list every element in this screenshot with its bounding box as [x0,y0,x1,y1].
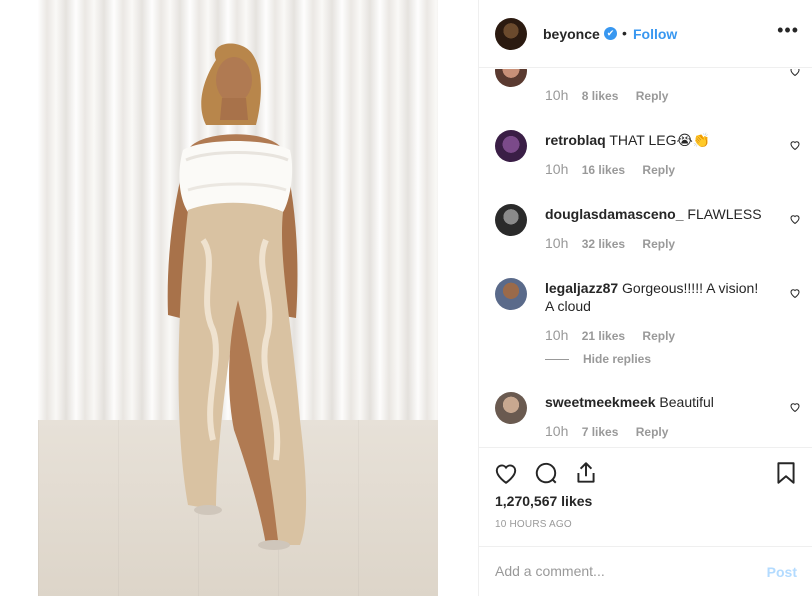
like-comment-heart-icon[interactable] [789,213,801,225]
commenter-username[interactable]: legaljazz87 [545,280,618,296]
more-options-icon[interactable]: ••• [777,20,799,41]
add-comment-input[interactable] [495,563,745,579]
commenter-username[interactable]: retroblaq [545,132,606,148]
like-comment-heart-icon[interactable] [789,401,801,413]
reply-button[interactable]: Reply [636,425,669,439]
add-comment-bar: Post [479,546,812,596]
hide-replies-line [545,359,569,361]
comment-time: 10h [545,161,569,177]
post-actions: 1,270,567 likes 10 HOURS AGO [479,447,812,547]
like-heart-icon[interactable] [493,460,519,486]
comment-time: 10h [545,327,569,343]
share-upload-icon[interactable] [573,460,599,486]
comment-likes[interactable]: 21 likes [582,329,625,343]
reply-button[interactable]: Reply [642,329,675,343]
comment-time: 10h [545,423,569,439]
follow-button[interactable]: Follow [633,26,677,42]
comment-time: 10h [545,235,569,251]
post-photo[interactable] [38,0,438,596]
commenter-avatar[interactable] [495,69,527,87]
verified-badge-icon: ✔ [604,27,617,40]
hide-replies-label: Hide replies [583,352,652,366]
reply-button[interactable]: Reply [642,237,675,251]
commenter-avatar[interactable] [495,392,527,424]
comment-meta: 10h 8 likes Reply [545,87,668,103]
comment-bubble-icon[interactable] [533,460,559,486]
separator-dot: • [622,25,627,41]
comment-likes[interactable]: 16 likes [582,163,625,177]
like-comment-heart-icon[interactable] [789,139,801,151]
reply-button[interactable]: Reply [642,163,675,177]
comment-meta: 10h 16 likes Reply [545,161,675,177]
like-comment-heart-icon[interactable] [789,69,801,77]
comment-text: retroblaq THAT LEG😭👏 [545,131,769,149]
comment-body: THAT LEG😭👏 [605,132,711,148]
woman-in-gown-figure [167,43,307,550]
post-timestamp[interactable]: 10 HOURS AGO [495,519,572,530]
commenter-avatar[interactable] [495,130,527,162]
likes-count[interactable]: 1,270,567 likes [495,493,592,509]
comment-text: douglasdamasceno_ FLAWLESS [545,205,769,223]
commenter-username[interactable]: douglasdamasceno_ [545,206,684,222]
like-comment-heart-icon[interactable] [789,287,801,299]
comments-list[interactable]: 10h 8 likes Reply retroblaq THAT LEG😭👏 1… [479,69,812,447]
post-header: beyonce ✔ • Follow ••• [479,0,812,68]
author-username[interactable]: beyonce [543,26,600,42]
comment-meta: 10h 7 likes Reply [545,423,668,439]
comment-meta: 10h 32 likes Reply [545,235,675,251]
comment-body: FLAWLESS [683,206,762,222]
comment-text: legaljazz87 Gorgeous!!!!! A vision! A cl… [545,279,769,315]
author-avatar[interactable] [495,18,527,50]
comment-meta: 10h 21 likes Reply [545,327,675,343]
commenter-avatar[interactable] [495,204,527,236]
comment-body: Beautiful [655,394,714,410]
comment-text: sweetmeekmeek Beautiful [545,393,769,411]
save-bookmark-icon[interactable] [773,460,799,486]
comment-likes[interactable]: 7 likes [582,425,619,439]
commenter-username[interactable]: sweetmeekmeek [545,394,656,410]
comment-time: 10h [545,87,569,103]
hide-replies-button[interactable]: Hide replies [545,352,651,366]
reply-button[interactable]: Reply [636,89,669,103]
comment-likes[interactable]: 32 likes [582,237,625,251]
post-side-panel: beyonce ✔ • Follow ••• 10h 8 likes Reply… [478,0,812,596]
commenter-avatar[interactable] [495,278,527,310]
comment-likes[interactable]: 8 likes [582,89,619,103]
post-comment-button[interactable]: Post [767,564,797,580]
